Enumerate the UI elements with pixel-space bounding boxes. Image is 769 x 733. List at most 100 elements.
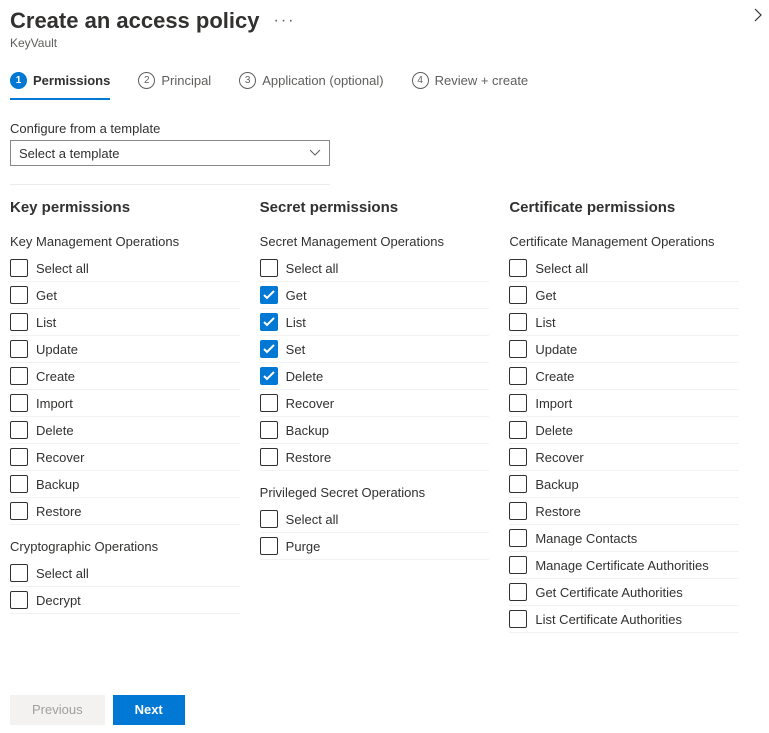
checkbox[interactable] <box>10 367 28 385</box>
checkbox-label: Restore <box>535 504 581 519</box>
permission-checkbox-row[interactable]: Select all <box>260 255 490 282</box>
checkbox-label: Delete <box>36 423 74 438</box>
checkbox[interactable] <box>509 529 527 547</box>
permission-checkbox-row[interactable]: Import <box>10 390 240 417</box>
permission-checkbox-row[interactable]: Import <box>509 390 739 417</box>
permission-checkbox-row[interactable]: Delete <box>260 363 490 390</box>
checkbox[interactable] <box>10 448 28 466</box>
checkbox[interactable] <box>10 286 28 304</box>
tab-label: Application (optional) <box>262 73 383 88</box>
checkbox-label: Create <box>535 369 574 384</box>
checkbox[interactable] <box>509 286 527 304</box>
permission-checkbox-row[interactable]: Restore <box>260 444 490 471</box>
permission-checkbox-row[interactable]: Create <box>509 363 739 390</box>
checkbox-label: Update <box>535 342 577 357</box>
permission-checkbox-row[interactable]: Restore <box>509 498 739 525</box>
permission-checkbox-row[interactable]: Delete <box>509 417 739 444</box>
checkbox[interactable] <box>509 610 527 628</box>
next-button[interactable]: Next <box>113 695 185 725</box>
permission-checkbox-row[interactable]: Get <box>260 282 490 309</box>
checkbox[interactable] <box>260 313 278 331</box>
permission-checkbox-row[interactable]: Manage Certificate Authorities <box>509 552 739 579</box>
permission-checkbox-row[interactable]: Backup <box>260 417 490 444</box>
permission-checkbox-row[interactable]: List <box>10 309 240 336</box>
previous-button[interactable]: Previous <box>10 695 105 725</box>
permission-checkbox-row[interactable]: Select all <box>10 255 240 282</box>
permission-checkbox-row[interactable]: Get <box>509 282 739 309</box>
tab-step-4[interactable]: 4Review + create <box>412 72 529 99</box>
checkbox[interactable] <box>10 394 28 412</box>
checkbox-label: List <box>535 315 555 330</box>
checkbox[interactable] <box>509 556 527 574</box>
checkbox[interactable] <box>509 367 527 385</box>
checkbox[interactable] <box>260 537 278 555</box>
checkbox-label: Get Certificate Authorities <box>535 585 682 600</box>
tab-label: Principal <box>161 73 211 88</box>
checkbox[interactable] <box>10 475 28 493</box>
checkbox-label: Restore <box>36 504 82 519</box>
permission-checkbox-row[interactable]: List <box>509 309 739 336</box>
group-title: Key Management Operations <box>10 234 240 249</box>
checkbox-label: Select all <box>36 566 89 581</box>
permission-checkbox-row[interactable]: List Certificate Authorities <box>509 606 739 633</box>
permission-checkbox-row[interactable]: Backup <box>509 471 739 498</box>
checkbox[interactable] <box>260 340 278 358</box>
checkbox-label: Recover <box>36 450 84 465</box>
permission-checkbox-row[interactable]: Set <box>260 336 490 363</box>
checkbox[interactable] <box>10 313 28 331</box>
permission-checkbox-row[interactable]: Select all <box>10 560 240 587</box>
checkbox-label: Backup <box>535 477 578 492</box>
checkbox[interactable] <box>260 421 278 439</box>
permission-checkbox-row[interactable]: Select all <box>260 506 490 533</box>
permission-checkbox-row[interactable]: Backup <box>10 471 240 498</box>
checkbox[interactable] <box>260 448 278 466</box>
checkbox[interactable] <box>509 502 527 520</box>
permission-checkbox-row[interactable]: Update <box>10 336 240 363</box>
checkbox-label: Get <box>286 288 307 303</box>
checkbox[interactable] <box>509 340 527 358</box>
permission-checkbox-row[interactable]: Create <box>10 363 240 390</box>
checkbox[interactable] <box>509 475 527 493</box>
checkbox[interactable] <box>10 591 28 609</box>
permission-checkbox-row[interactable]: List <box>260 309 490 336</box>
permission-checkbox-row[interactable]: Recover <box>509 444 739 471</box>
checkbox[interactable] <box>260 259 278 277</box>
checkbox[interactable] <box>260 394 278 412</box>
checkbox[interactable] <box>260 367 278 385</box>
more-actions-icon[interactable]: ··· <box>273 12 295 30</box>
checkbox[interactable] <box>10 502 28 520</box>
checkbox[interactable] <box>509 448 527 466</box>
permission-checkbox-row[interactable]: Get <box>10 282 240 309</box>
checkbox[interactable] <box>509 421 527 439</box>
checkbox-label: Import <box>36 396 73 411</box>
checkbox[interactable] <box>509 259 527 277</box>
template-select[interactable]: Select a template <box>10 140 330 166</box>
permission-checkbox-row[interactable]: Purge <box>260 533 490 560</box>
permission-checkbox-row[interactable]: Update <box>509 336 739 363</box>
permission-checkbox-row[interactable]: Get Certificate Authorities <box>509 579 739 606</box>
checkbox-label: List <box>36 315 56 330</box>
permission-checkbox-row[interactable]: Manage Contacts <box>509 525 739 552</box>
permission-checkbox-row[interactable]: Recover <box>10 444 240 471</box>
step-number-icon: 3 <box>239 72 256 89</box>
checkbox[interactable] <box>260 510 278 528</box>
permission-checkbox-row[interactable]: Restore <box>10 498 240 525</box>
checkbox[interactable] <box>10 421 28 439</box>
permission-checkbox-row[interactable]: Decrypt <box>10 587 240 614</box>
checkbox[interactable] <box>509 394 527 412</box>
close-icon[interactable] <box>753 8 763 25</box>
checkbox[interactable] <box>10 340 28 358</box>
checkbox[interactable] <box>10 564 28 582</box>
tab-step-1[interactable]: 1Permissions <box>10 72 110 99</box>
tab-step-3[interactable]: 3 Application (optional) <box>239 72 383 99</box>
checkbox[interactable] <box>260 286 278 304</box>
checkbox[interactable] <box>10 259 28 277</box>
checkbox-label: Delete <box>286 369 324 384</box>
permission-checkbox-row[interactable]: Delete <box>10 417 240 444</box>
checkbox[interactable] <box>509 313 527 331</box>
checkbox[interactable] <box>509 583 527 601</box>
permission-checkbox-row[interactable]: Recover <box>260 390 490 417</box>
group-title: Cryptographic Operations <box>10 539 240 554</box>
permission-checkbox-row[interactable]: Select all <box>509 255 739 282</box>
tab-step-2[interactable]: 2Principal <box>138 72 211 99</box>
